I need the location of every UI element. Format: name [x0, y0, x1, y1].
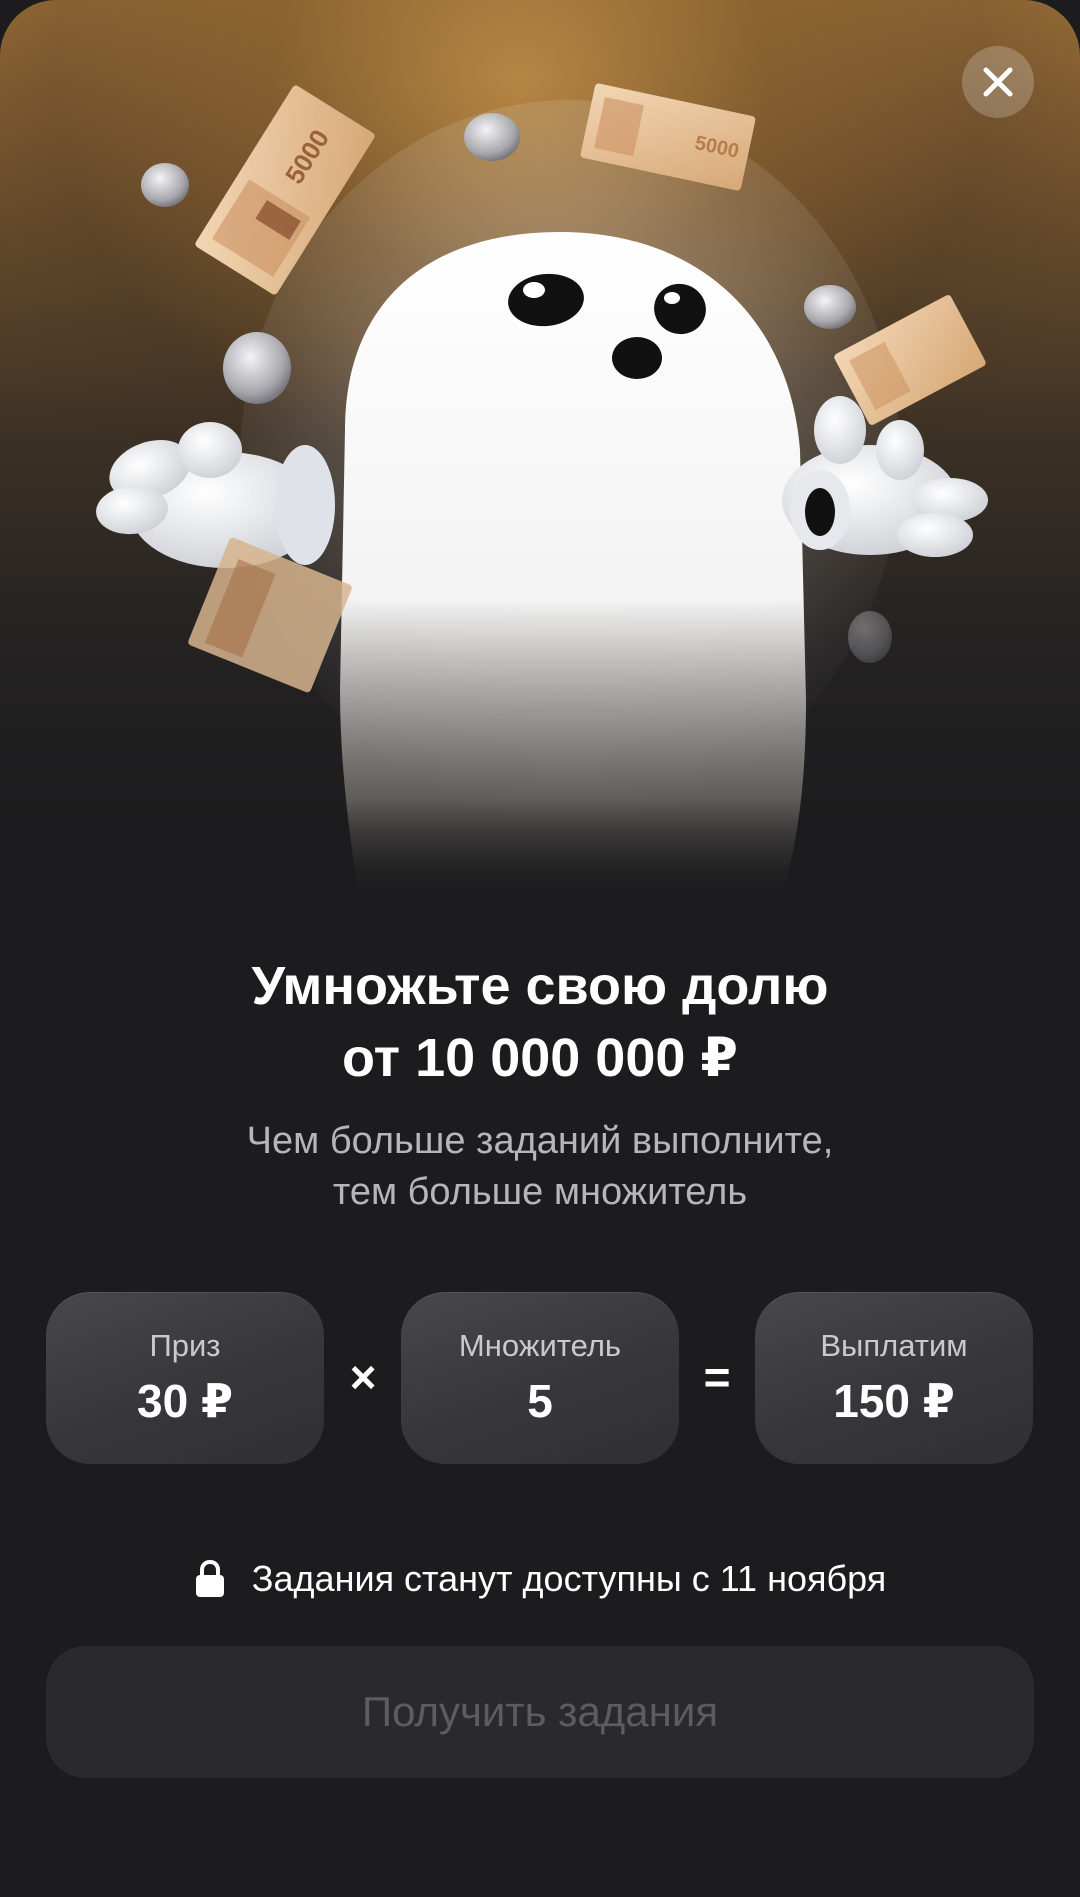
multiplier-label: Множитель	[458, 1328, 622, 1363]
hero-illustration: 5000 5000	[0, 0, 1080, 920]
headline: Умножьте свою долю от 10 000 000 ₽	[0, 950, 1080, 1094]
get-tasks-button[interactable]: Получить задания	[46, 1646, 1034, 1778]
multiplier-value: 5	[527, 1375, 553, 1427]
subtitle-line-2: тем больше множитель	[332, 1171, 748, 1213]
prize-value: 30 ₽	[137, 1375, 233, 1427]
lock-icon	[195, 1559, 224, 1597]
availability-text: Задания станут доступны с 11 ноября	[251, 1558, 887, 1599]
payout-card: Выплатим 150 ₽	[755, 1292, 1033, 1464]
multiplier-card: Множитель 5	[401, 1292, 679, 1464]
availability-notice: Задания станут доступны с 11 ноября	[0, 1558, 1080, 1600]
headline-line-2: от 10 000 000 ₽	[342, 1028, 738, 1088]
bottom-sheet: 5000 5000 Умножьте свою долю от 10 000 0…	[0, 0, 1080, 1897]
get-tasks-button-label: Получить задания	[361, 1688, 719, 1735]
prize-label: Приз	[149, 1328, 221, 1363]
prize-card: Приз 30 ₽	[46, 1292, 324, 1464]
times-sign: ×	[349, 1351, 377, 1403]
payout-label: Выплатим	[820, 1328, 968, 1363]
headline-line-1: Умножьте свою долю	[251, 956, 829, 1016]
equals-sign: =	[703, 1351, 731, 1403]
close-icon	[983, 67, 1013, 97]
subtitle: Чем больше заданий выполните, тем больше…	[0, 1116, 1080, 1218]
payout-value: 150 ₽	[833, 1375, 955, 1427]
ghost-body	[340, 232, 806, 900]
subtitle-line-1: Чем больше заданий выполните,	[246, 1120, 834, 1162]
close-button[interactable]	[962, 46, 1034, 118]
ghost-with-money-illustration: 5000 5000	[96, 83, 988, 900]
